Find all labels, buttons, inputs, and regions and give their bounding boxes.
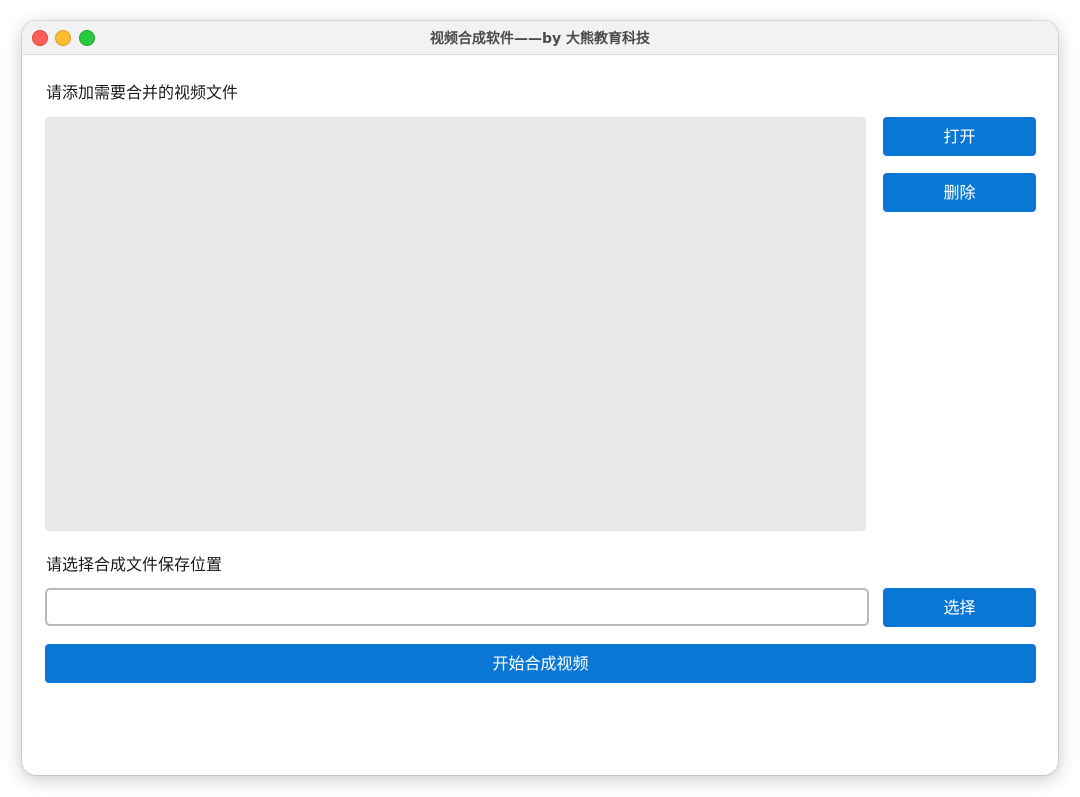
- start-merge-button[interactable]: 开始合成视频: [45, 644, 1036, 683]
- files-section-label: 请添加需要合并的视频文件: [46, 83, 239, 102]
- open-button[interactable]: 打开: [883, 117, 1036, 156]
- window-title: 视频合成软件——by 大熊教育科技: [429, 31, 651, 47]
- delete-button[interactable]: 删除: [883, 173, 1036, 212]
- choose-button[interactable]: 选择: [883, 588, 1036, 627]
- video-file-list[interactable]: [45, 117, 866, 531]
- save-location-label: 请选择合成文件保存位置: [46, 555, 223, 574]
- title-bar[interactable]: 视频合成软件——by 大熊教育科技: [22, 21, 1058, 55]
- app-window: 视频合成软件——by 大熊教育科技 请添加需要合并的视频文件 打开 删除 请选择…: [22, 21, 1058, 775]
- save-path-input[interactable]: [45, 588, 869, 626]
